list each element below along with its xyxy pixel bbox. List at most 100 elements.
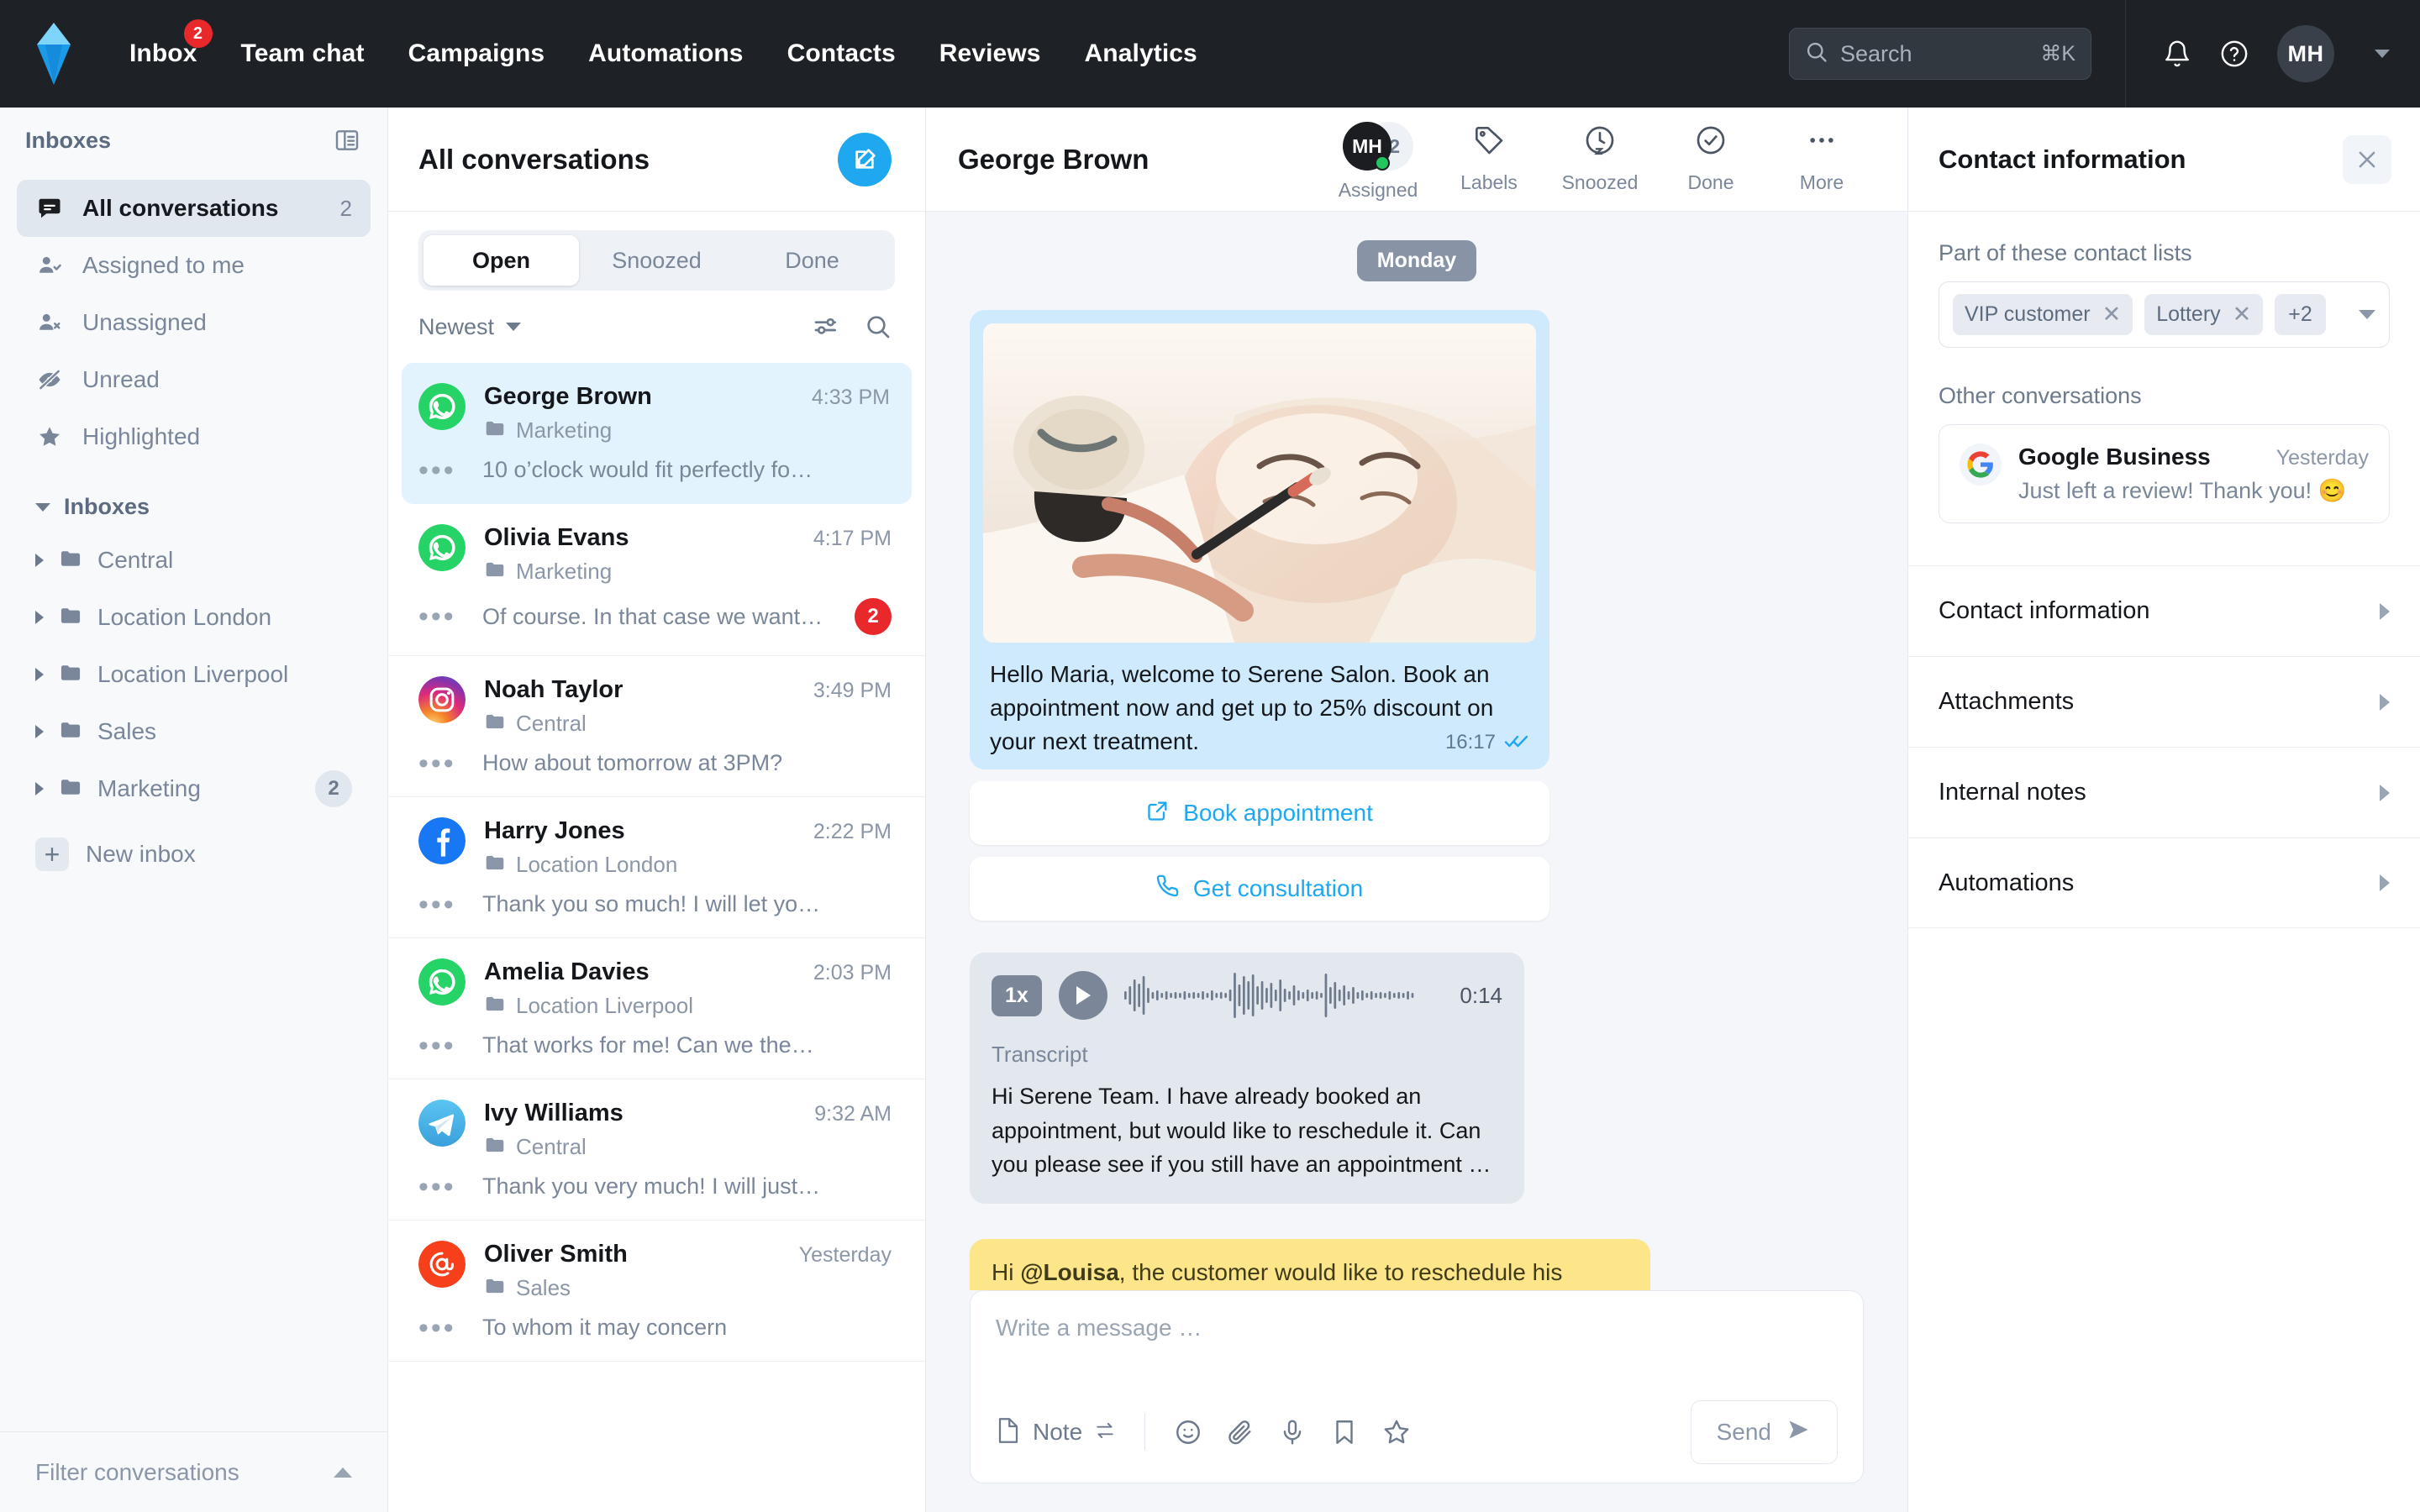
tab-done[interactable]: Done — [734, 235, 890, 286]
other-conversation-item-google-business[interactable]: Google Business Yesterday Just left a re… — [1939, 424, 2390, 523]
sidebar-folder-location-london[interactable]: Location London — [17, 589, 371, 646]
assigned-button[interactable]: +2 MH Assigned — [1326, 122, 1430, 202]
done-button[interactable]: Done — [1659, 122, 1763, 194]
conversation-folder: Marketing — [516, 559, 613, 584]
notifications-bell-icon[interactable] — [2163, 39, 2191, 68]
attachment-icon[interactable] — [1226, 1418, 1255, 1446]
nav-link-team-chat[interactable]: Team chat — [219, 39, 387, 68]
nav-link-campaigns[interactable]: Campaigns — [387, 39, 567, 68]
sidebar-item-all-conversations[interactable]: All conversations 2 — [17, 180, 371, 237]
superchat-logo[interactable] — [0, 23, 108, 85]
more-horizontal-icon: ••• — [418, 747, 456, 780]
chevron-down-icon[interactable] — [506, 323, 522, 331]
folder-label: Location Liverpool — [97, 661, 289, 687]
bookmark-icon[interactable] — [1330, 1418, 1359, 1446]
sidebar-folder-sales[interactable]: Sales — [17, 703, 371, 760]
chevron-right-icon — [35, 554, 44, 567]
waveform[interactable] — [1123, 973, 1444, 1019]
snoozed-button[interactable]: Snoozed — [1548, 122, 1652, 194]
search-input[interactable]: Search ⌘K — [1789, 28, 2091, 80]
help-circle-icon[interactable] — [2220, 39, 2249, 68]
conversation-list-item-ivy-williams[interactable]: Ivy Williams 9:32 AM Central ••• Thank y… — [388, 1079, 925, 1221]
folder-label: Sales — [97, 718, 157, 744]
close-icon[interactable]: ✕ — [2233, 303, 2252, 326]
filter-settings-icon[interactable] — [813, 313, 839, 340]
nav-link-contacts[interactable]: Contacts — [765, 39, 918, 68]
chip-label: Lottery — [2156, 302, 2221, 326]
sidebar-folder-central[interactable]: Central — [17, 532, 371, 589]
chevron-down-icon[interactable] — [2359, 310, 2375, 319]
search-icon[interactable] — [865, 313, 892, 340]
conversation-list-item-noah-taylor[interactable]: Noah Taylor 3:49 PM Central ••• How abou… — [388, 656, 925, 797]
compose-button[interactable] — [838, 132, 892, 186]
conversation-name: Oliver Smith — [484, 1241, 628, 1268]
sidebar-item-unassigned[interactable]: Unassigned — [17, 294, 371, 351]
message-input[interactable]: Write a message … — [996, 1315, 1838, 1341]
more-button[interactable]: More — [1770, 122, 1874, 194]
conversation-folder: Marketing — [516, 417, 613, 443]
emoji-icon[interactable] — [1174, 1418, 1202, 1446]
message-image[interactable] — [983, 323, 1536, 643]
folder-label: Marketing — [97, 775, 201, 801]
chevron-down-icon[interactable] — [2375, 50, 2390, 58]
chip-more-count[interactable]: +2 — [2275, 294, 2326, 335]
message-composer[interactable]: Write a message … Note Send — [970, 1290, 1864, 1483]
user-x-icon — [35, 310, 64, 335]
conversation-list-item-oliver-smith[interactable]: Oliver Smith Yesterday Sales ••• To whom… — [388, 1221, 925, 1362]
conversation-list-item-olivia-evans[interactable]: Olivia Evans 4:17 PM Marketing ••• Of co… — [388, 504, 925, 656]
playback-speed-button[interactable]: 1x — [992, 974, 1042, 1016]
close-icon[interactable]: ✕ — [2102, 303, 2122, 326]
sidebar-item-highlighted[interactable]: Highlighted — [17, 408, 371, 465]
folder-icon — [484, 1134, 506, 1160]
tab-open[interactable]: Open — [424, 235, 579, 286]
chevron-right-icon — [2380, 874, 2390, 891]
nav-link-analytics[interactable]: Analytics — [1063, 39, 1219, 68]
conversation-list-item-george-brown[interactable]: George Brown 4:33 PM Marketing ••• 10 o’… — [402, 363, 912, 504]
accordion-internal-notes[interactable]: Internal notes — [1908, 747, 2420, 837]
sidebar-item-label: Assigned to me — [82, 252, 245, 278]
composer-wrapper: Write a message … Note Send — [926, 1290, 1907, 1512]
close-icon[interactable] — [2343, 134, 2391, 184]
conversation-list[interactable]: George Brown 4:33 PM Marketing ••• 10 o’… — [388, 363, 925, 1512]
sidebar-folder-location-liverpool[interactable]: Location Liverpool — [17, 646, 371, 703]
note-mention[interactable]: @Louisa — [1020, 1259, 1119, 1285]
sidebar-section-inboxes[interactable]: Inboxes — [0, 465, 387, 532]
sidebar-item-assigned-to-me[interactable]: Assigned to me — [17, 237, 371, 294]
nav-link-inbox[interactable]: Inbox 2 — [108, 19, 219, 68]
send-button[interactable]: Send — [1690, 1400, 1838, 1464]
conversation-list-item-amelia-davies[interactable]: Amelia Davies 2:03 PM Location Liverpool… — [388, 938, 925, 1079]
microphone-icon[interactable] — [1278, 1418, 1307, 1446]
get-consultation-button[interactable]: Get consultation — [970, 857, 1549, 921]
filter-conversations-button[interactable]: Filter conversations — [0, 1431, 387, 1512]
play-button[interactable] — [1058, 971, 1107, 1021]
contact-info-panel: Contact information Part of these contac… — [1907, 108, 2420, 1512]
conversation-list-pane: All conversations Open Snoozed Done Newe… — [388, 108, 926, 1512]
book-appointment-button[interactable]: Book appointment — [970, 781, 1549, 846]
sort-label[interactable]: Newest — [418, 314, 494, 340]
nav-link-automations[interactable]: Automations — [566, 39, 765, 68]
sidebar-item-unread[interactable]: Unread — [17, 351, 371, 408]
page-title: All conversations — [418, 143, 650, 175]
conversation-preview: Thank you so much! I will let yo… — [482, 891, 821, 916]
chevron-down-icon — [35, 502, 50, 512]
chip-lottery[interactable]: Lottery ✕ — [2144, 294, 2264, 335]
chip-vip-customer[interactable]: VIP customer ✕ — [1953, 294, 2133, 335]
note-toggle-button[interactable]: Note — [996, 1416, 1116, 1449]
inbox-unread-badge: 2 — [183, 19, 213, 48]
tab-snoozed[interactable]: Snoozed — [579, 235, 734, 286]
conversation-folder: Location London — [516, 852, 678, 877]
nav-link-reviews[interactable]: Reviews — [918, 39, 1063, 68]
avatar[interactable]: MH — [2277, 25, 2334, 82]
folder-icon — [59, 661, 82, 689]
accordion-automations[interactable]: Automations — [1908, 837, 2420, 928]
accordion-contact-information[interactable]: Contact information — [1908, 565, 2420, 656]
star-icon[interactable] — [1382, 1418, 1411, 1446]
chat-scroll[interactable]: Monday Hello Maria, welcome to Serene Sa… — [926, 240, 1907, 1290]
panel-toggle-icon[interactable] — [334, 127, 360, 154]
labels-button[interactable]: Labels — [1437, 122, 1541, 194]
sidebar-folder-marketing[interactable]: Marketing 2 — [17, 760, 371, 817]
accordion-attachments[interactable]: Attachments — [1908, 656, 2420, 747]
conversation-list-item-harry-jones[interactable]: Harry Jones 2:22 PM Location London ••• … — [388, 797, 925, 938]
contact-lists-select[interactable]: VIP customer ✕ Lottery ✕ +2 — [1939, 281, 2390, 348]
new-inbox-button[interactable]: + New inbox — [17, 827, 371, 881]
